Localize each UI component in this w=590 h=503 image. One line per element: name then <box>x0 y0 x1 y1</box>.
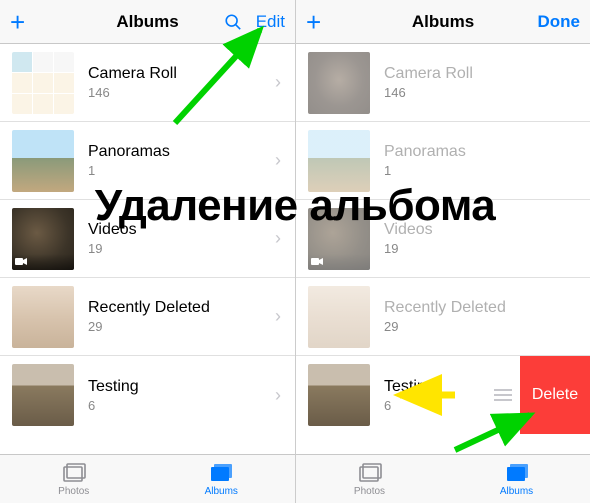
album-name: Camera Roll <box>384 65 590 83</box>
drag-handle-icon[interactable] <box>492 388 520 402</box>
album-thumbnail <box>12 364 74 426</box>
album-row-recently-deleted[interactable]: Recently Deleted 29 › <box>0 278 295 356</box>
album-row-testing[interactable]: Testing 6 › <box>0 356 295 434</box>
album-name: Camera Roll <box>88 65 275 83</box>
tab-label: Photos <box>354 486 385 497</box>
search-icon[interactable] <box>224 13 242 31</box>
album-thumbnail <box>12 286 74 348</box>
video-icon <box>308 254 370 270</box>
album-row-camera-roll[interactable]: Camera Roll 146 › <box>0 44 295 122</box>
album-thumbnail <box>12 52 74 114</box>
chevron-right-icon: › <box>275 150 295 171</box>
album-count: 29 <box>384 319 590 334</box>
video-icon <box>12 254 74 270</box>
delete-button[interactable]: Delete <box>520 356 590 434</box>
chevron-right-icon: › <box>275 72 295 93</box>
tab-label: Albums <box>500 486 533 497</box>
navbar: + Albums Done <box>296 0 590 44</box>
album-count: 29 <box>88 319 275 334</box>
tab-label: Albums <box>205 486 238 497</box>
album-name: Videos <box>88 221 275 239</box>
tab-photos[interactable]: Photos <box>296 455 443 503</box>
album-count: 1 <box>384 163 590 178</box>
screen-edit-mode: + Albums Done Camera Roll 146 Panoramas … <box>295 0 590 503</box>
done-button[interactable]: Done <box>538 12 581 32</box>
album-row-videos: Videos 19 <box>296 200 590 278</box>
chevron-right-icon: › <box>275 306 295 327</box>
album-row-videos[interactable]: Videos 19 › <box>0 200 295 278</box>
album-thumbnail <box>308 364 370 426</box>
album-thumbnail <box>308 208 370 270</box>
album-count: 6 <box>88 398 275 413</box>
album-count: 146 <box>88 85 275 100</box>
add-album-button[interactable]: + <box>306 9 321 35</box>
album-row-panoramas: Panoramas 1 <box>296 122 590 200</box>
album-name: Testing <box>88 378 275 396</box>
edit-button[interactable]: Edit <box>256 12 285 32</box>
chevron-right-icon: › <box>275 228 295 249</box>
screen-view-mode: + Albums Edit Camera Roll 146 <box>0 0 295 503</box>
album-thumbnail <box>308 286 370 348</box>
album-thumbnail <box>308 52 370 114</box>
tabbar: Photos Albums <box>0 454 295 503</box>
album-row-panoramas[interactable]: Panoramas 1 › <box>0 122 295 200</box>
tabbar: Photos Albums <box>296 454 590 503</box>
tab-label: Photos <box>58 486 89 497</box>
album-thumbnail <box>12 208 74 270</box>
album-row-recently-deleted: Recently Deleted 29 <box>296 278 590 356</box>
add-album-button[interactable]: + <box>10 9 25 35</box>
album-row-testing[interactable]: Testing 6 Delete <box>296 356 590 434</box>
chevron-right-icon: › <box>275 385 295 406</box>
album-name: Panoramas <box>384 143 590 161</box>
album-name: Videos <box>384 221 590 239</box>
album-name: Testing <box>384 378 492 396</box>
album-count: 1 <box>88 163 275 178</box>
album-count: 6 <box>384 398 492 413</box>
album-count: 146 <box>384 85 590 100</box>
album-count: 19 <box>88 241 275 256</box>
album-name: Recently Deleted <box>384 299 590 317</box>
album-row-camera-roll: Camera Roll 146 <box>296 44 590 122</box>
album-list: Camera Roll 146 Panoramas 1 Vide <box>296 44 590 454</box>
album-name: Panoramas <box>88 143 275 161</box>
tab-photos[interactable]: Photos <box>0 455 148 503</box>
album-name: Recently Deleted <box>88 299 275 317</box>
album-thumbnail <box>12 130 74 192</box>
album-count: 19 <box>384 241 590 256</box>
tab-albums[interactable]: Albums <box>148 455 296 503</box>
navbar: + Albums Edit <box>0 0 295 44</box>
tab-albums[interactable]: Albums <box>443 455 590 503</box>
album-thumbnail <box>308 130 370 192</box>
album-list: Camera Roll 146 › Panoramas 1 › <box>0 44 295 454</box>
